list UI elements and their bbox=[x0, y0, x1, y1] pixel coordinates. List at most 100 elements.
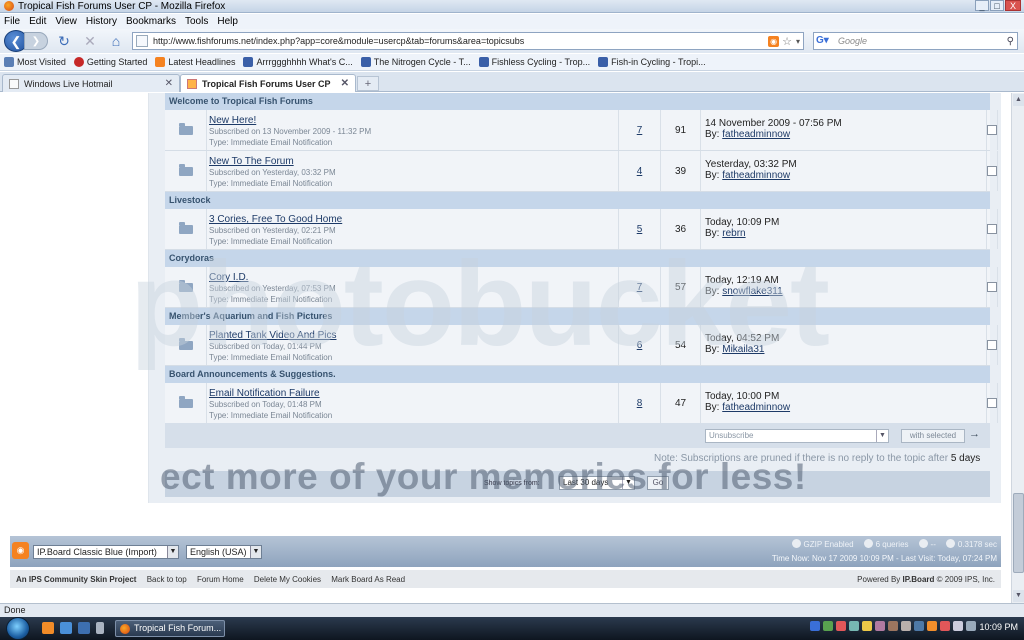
last-poster-link[interactable]: fatheadminnow bbox=[722, 402, 790, 413]
minimize-button[interactable]: _ bbox=[975, 0, 989, 11]
menu-edit[interactable]: Edit bbox=[29, 16, 46, 27]
last-poster-link[interactable]: fatheadminnow bbox=[722, 170, 790, 181]
topic-link[interactable]: Email Notification Failure bbox=[209, 388, 618, 399]
scroll-up-icon[interactable]: ▲ bbox=[1013, 94, 1024, 106]
go-button[interactable]: Go bbox=[647, 476, 669, 490]
menu-file[interactable]: File bbox=[4, 16, 20, 27]
replies-count[interactable]: 4 bbox=[619, 151, 661, 191]
bookmark-getting-started[interactable]: Getting Started bbox=[73, 57, 147, 67]
bookmark-most-visited[interactable]: Most Visited bbox=[4, 57, 66, 67]
reload-icon[interactable]: ↻ bbox=[54, 31, 74, 51]
vertical-scrollbar[interactable]: ▲ ▼ bbox=[1011, 93, 1024, 603]
tray-app-icon[interactable] bbox=[862, 621, 872, 631]
select-checkbox[interactable] bbox=[987, 340, 997, 350]
search-box[interactable]: G▾ Google ⚲ bbox=[813, 32, 1018, 50]
replies-count[interactable]: 8 bbox=[619, 383, 661, 423]
forward-button[interactable]: ❯ bbox=[24, 32, 48, 50]
tray-app-icon[interactable] bbox=[849, 621, 859, 631]
category-header[interactable]: Welcome to Tropical Fish Forums bbox=[165, 93, 990, 110]
bookmark-star-icon[interactable]: ☆ bbox=[782, 35, 792, 48]
select-checkbox[interactable] bbox=[987, 125, 997, 135]
bookmark-fish-in-cycling[interactable]: Fish-in Cycling - Tropi... bbox=[598, 57, 706, 67]
skin-selector[interactable]: IP.Board Classic Blue (Import) ▼ bbox=[33, 545, 179, 559]
explorer-quicklaunch-icon[interactable] bbox=[60, 622, 72, 634]
firefox-quicklaunch-icon[interactable] bbox=[42, 622, 54, 634]
close-window-button[interactable]: X bbox=[1005, 0, 1021, 11]
category-header[interactable]: Corydoras bbox=[165, 250, 990, 267]
bluetooth-icon[interactable] bbox=[810, 621, 820, 631]
forum-home-link[interactable]: Forum Home bbox=[197, 575, 244, 584]
menu-view[interactable]: View bbox=[55, 16, 77, 27]
home-icon[interactable]: ⌂ bbox=[106, 31, 126, 51]
select-checkbox[interactable] bbox=[987, 282, 997, 292]
with-selected-button[interactable]: with selected bbox=[901, 429, 965, 443]
volume-icon[interactable] bbox=[953, 621, 963, 631]
replies-count[interactable]: 7 bbox=[619, 267, 661, 307]
prune-days-select[interactable]: Last 30 days ▼ bbox=[559, 476, 635, 490]
rss-icon[interactable]: ◉ bbox=[12, 542, 29, 559]
menu-tools[interactable]: Tools bbox=[185, 16, 208, 27]
topic-link[interactable]: Planted Tank Video And Pics bbox=[209, 330, 618, 341]
address-bar[interactable]: http://www.fishforums.net/index.php?app=… bbox=[132, 32, 804, 50]
quicklaunch-expand-icon[interactable] bbox=[96, 622, 104, 634]
search-icon[interactable]: ⚲ bbox=[1007, 36, 1014, 47]
power-icon[interactable] bbox=[966, 621, 976, 631]
security-icon[interactable] bbox=[836, 621, 846, 631]
url-text[interactable]: http://www.fishforums.net/index.php?app=… bbox=[153, 36, 768, 46]
select-checkbox[interactable] bbox=[987, 166, 997, 176]
go-arrow-icon[interactable]: → bbox=[969, 428, 980, 440]
language-selector[interactable]: English (USA) ▼ bbox=[186, 545, 262, 559]
tray-app-icon[interactable] bbox=[901, 621, 911, 631]
tray-app-icon[interactable] bbox=[875, 621, 885, 631]
bookmark-arrrggghhhh[interactable]: Arrrggghhhh What's C... bbox=[243, 57, 353, 67]
tray-app-icon[interactable] bbox=[940, 621, 950, 631]
url-dropdown-icon[interactable]: ▾ bbox=[796, 37, 800, 46]
topic-link[interactable]: New Here! bbox=[209, 115, 618, 126]
category-header[interactable]: Livestock bbox=[165, 192, 990, 209]
select-checkbox[interactable] bbox=[987, 398, 997, 408]
show-desktop-icon[interactable] bbox=[78, 622, 90, 634]
delete-cookies-link[interactable]: Delete My Cookies bbox=[254, 575, 321, 584]
back-to-top-link[interactable]: Back to top bbox=[147, 575, 187, 584]
ipboard-link[interactable]: IP.Board bbox=[903, 575, 935, 584]
menu-help[interactable]: Help bbox=[217, 16, 238, 27]
scroll-down-icon[interactable]: ▼ bbox=[1013, 590, 1024, 602]
replies-count[interactable]: 5 bbox=[619, 209, 661, 249]
last-poster-link[interactable]: snowflake311 bbox=[722, 286, 782, 297]
maximize-button[interactable]: □ bbox=[990, 0, 1004, 11]
bookmark-fishless-cycling[interactable]: Fishless Cycling - Trop... bbox=[478, 57, 590, 67]
tab-hotmail[interactable]: Windows Live Hotmail ✕ bbox=[2, 74, 180, 92]
replies-count[interactable]: 6 bbox=[619, 325, 661, 365]
tray-app-icon[interactable] bbox=[914, 621, 924, 631]
last-poster-link[interactable]: fatheadminnow bbox=[722, 129, 790, 140]
menu-history[interactable]: History bbox=[86, 16, 117, 27]
topic-link[interactable]: New To The Forum bbox=[209, 156, 618, 167]
tab-user-cp[interactable]: Tropical Fish Forums User CP ✕ bbox=[180, 74, 356, 92]
replies-count[interactable]: 7 bbox=[619, 110, 661, 150]
select-checkbox[interactable] bbox=[987, 224, 997, 234]
topic-link[interactable]: Cory I.D. bbox=[209, 272, 618, 283]
last-poster-link[interactable]: rebrn bbox=[722, 228, 745, 239]
google-icon[interactable]: G▾ bbox=[816, 35, 832, 47]
unsubscribe-select[interactable]: Unsubscribe ▼ bbox=[705, 429, 889, 443]
category-header[interactable]: Board Announcements & Suggestions. bbox=[165, 366, 990, 383]
scroll-thumb[interactable] bbox=[1013, 493, 1024, 573]
rss-feed-icon[interactable]: ◉ bbox=[768, 35, 780, 47]
bookmark-latest-headlines[interactable]: Latest Headlines bbox=[155, 57, 235, 67]
topic-link[interactable]: 3 Cories, Free To Good Home bbox=[209, 214, 618, 225]
new-tab-button[interactable]: + bbox=[357, 76, 379, 91]
stop-icon[interactable]: ✕ bbox=[80, 31, 100, 51]
mark-board-read-link[interactable]: Mark Board As Read bbox=[331, 575, 405, 584]
network-icon[interactable] bbox=[823, 621, 833, 631]
start-button[interactable] bbox=[6, 617, 30, 640]
close-tab-icon[interactable]: ✕ bbox=[165, 78, 173, 89]
tray-app-icon[interactable] bbox=[927, 621, 937, 631]
close-tab-icon[interactable]: ✕ bbox=[341, 78, 349, 89]
taskbar-firefox-item[interactable]: Tropical Fish Forum... bbox=[115, 620, 225, 637]
menu-bookmarks[interactable]: Bookmarks bbox=[126, 16, 176, 27]
tray-app-icon[interactable] bbox=[888, 621, 898, 631]
taskbar-clock[interactable]: 10:09 PM bbox=[979, 622, 1018, 632]
category-header[interactable]: Member's Aquarium and Fish Pictures bbox=[165, 308, 990, 325]
last-poster-link[interactable]: Mikaila31 bbox=[722, 344, 764, 355]
bookmark-nitrogen-cycle[interactable]: The Nitrogen Cycle - T... bbox=[360, 57, 471, 67]
